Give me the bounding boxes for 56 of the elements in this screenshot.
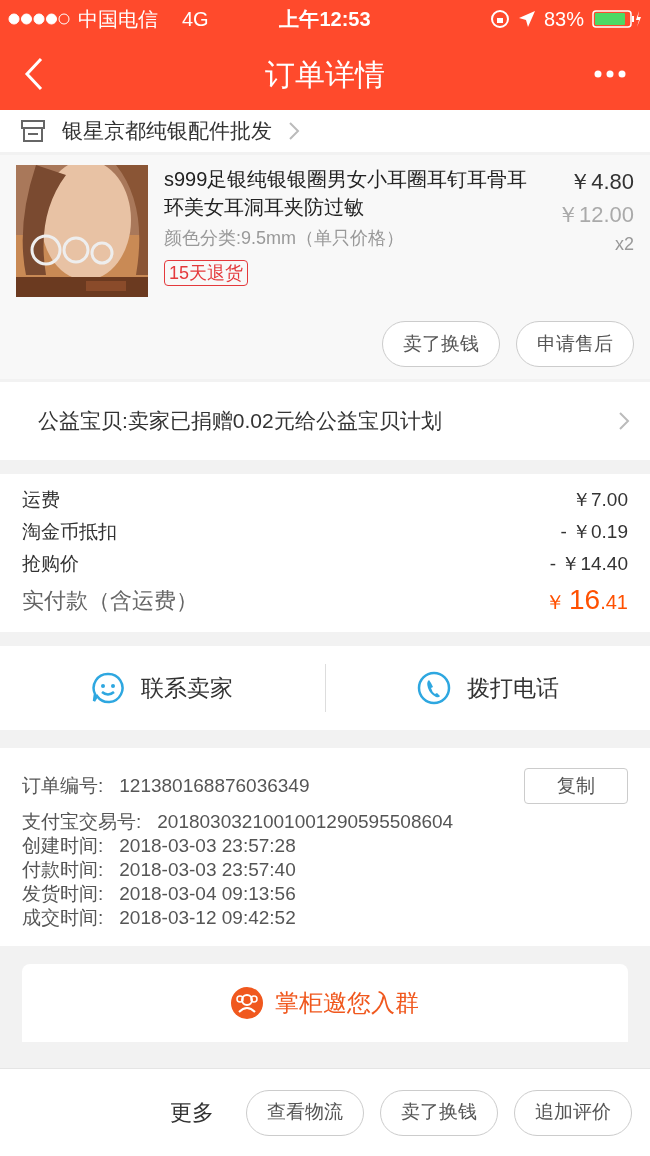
total-currency: ￥ — [545, 590, 566, 615]
info-value: 2018-03-03 23:57:40 — [119, 857, 297, 882]
product-sku: 颜色分类:9.5mm（单只价格） — [164, 227, 405, 250]
info-label: 创建时间: — [22, 833, 104, 858]
quantity-text: x2 — [615, 233, 634, 256]
info-value: 2018030321001001290595508604 — [157, 809, 455, 834]
info-value: 2018-03-12 09:42:52 — [119, 905, 297, 930]
group-icon — [231, 987, 263, 1019]
chevron-right-icon — [618, 411, 630, 431]
info-value: 121380168876036349 — [119, 773, 311, 798]
info-value: 2018-03-04 09:13:56 — [119, 881, 297, 906]
product-title[interactable]: s999足银纯银银圈男女小耳圈耳钉耳骨耳环美女耳洞耳夹防过敏 — [164, 165, 541, 221]
product-price: ￥4.80 — [569, 168, 634, 196]
cost-label: 运费 — [22, 487, 60, 512]
rotation-lock-icon — [489, 9, 510, 29]
original-price: ￥12.00 — [556, 201, 634, 229]
cost-value: ￥7.00 — [572, 487, 628, 512]
copy-button[interactable]: 复制 — [524, 768, 628, 804]
total-integer: 16 — [569, 583, 601, 617]
pill-button[interactable]: 卖了换钱 — [380, 1089, 498, 1136]
smiley-chat-icon — [91, 671, 126, 705]
cost-label: 淘金币抵扣 — [22, 519, 117, 544]
pill-button[interactable]: 卖了换钱 — [382, 321, 500, 367]
signal-icon — [8, 13, 70, 25]
shop-name: 银星京都纯银配件批发 — [62, 118, 272, 145]
pill-button[interactable]: 申请售后 — [516, 321, 634, 367]
info-label: 支付宝交易号: — [22, 809, 142, 834]
pill-button[interactable]: 追加评价 — [514, 1089, 632, 1136]
chevron-right-icon — [288, 121, 300, 141]
total-label: 实付款（含运费） — [22, 586, 198, 615]
shop-row[interactable]: 银星京都纯银配件批发 — [0, 110, 650, 152]
carrier-text: 中国电信 — [78, 7, 158, 32]
cost-value: - ￥0.19 — [560, 519, 628, 544]
store-icon — [20, 119, 46, 143]
clock-text: 上午12:53 — [279, 7, 371, 32]
info-label: 订单编号: — [22, 773, 104, 798]
pill-button[interactable]: 查看物流 — [246, 1089, 364, 1136]
charity-row[interactable]: 公益宝贝:卖家已捐赠0.02元给公益宝贝计划 — [0, 382, 650, 460]
info-value: 2018-03-03 23:57:28 — [119, 833, 297, 858]
page-title: 订单详情 — [264, 56, 386, 93]
cost-value: - ￥14.40 — [549, 551, 628, 576]
charity-text: 公益宝贝:卖家已捐赠0.02元给公益宝贝计划 — [38, 408, 443, 435]
return-policy-tag: 15天退货 — [164, 260, 249, 286]
location-arrow-icon — [517, 10, 536, 28]
total-decimal: .41 — [600, 590, 628, 615]
battery-icon — [592, 9, 642, 29]
info-label: 付款时间: — [22, 857, 104, 882]
more-label[interactable]: 更多 — [170, 1096, 214, 1129]
info-label: 成交时间: — [22, 905, 104, 930]
cost-label: 抢购价 — [22, 551, 79, 576]
network-text: 4G — [182, 7, 209, 32]
contact-button[interactable]: 拨打电话 — [325, 670, 650, 706]
info-label: 发货时间: — [22, 881, 104, 906]
contact-button[interactable]: 联系卖家 — [0, 670, 325, 706]
phone-icon — [416, 671, 451, 705]
battery-percent-text: 83% — [543, 7, 584, 32]
